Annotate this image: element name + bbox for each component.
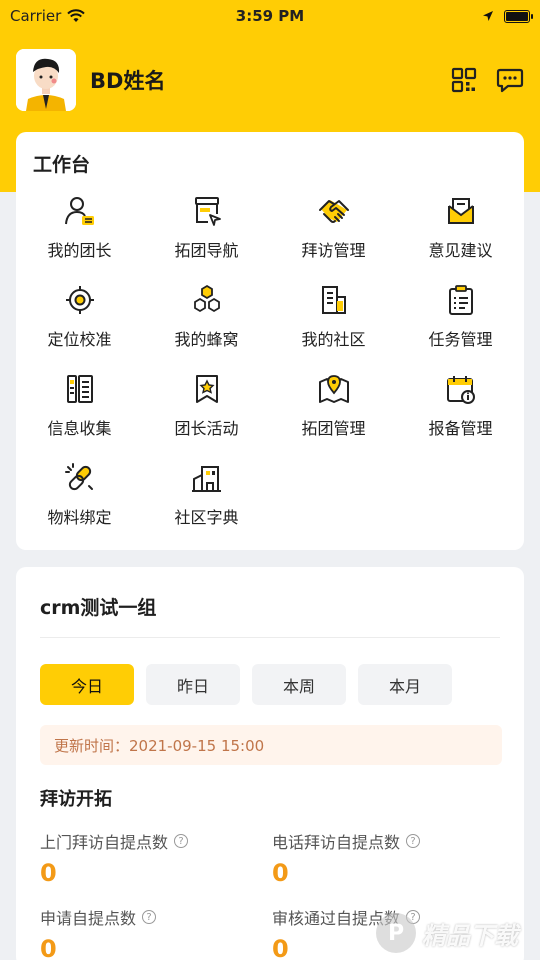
grid-item-suggestions[interactable]: 意见建议 (397, 194, 524, 283)
update-time: 更新时间：2021-09-15 15:00 (54, 736, 265, 755)
stat-value: 0 (40, 935, 57, 960)
carrier-label: Carrier (10, 7, 62, 25)
mail-icon (447, 198, 474, 224)
grid-item-my-leader[interactable]: 我的团长 (16, 194, 143, 283)
watermark-text: 精品下载 (422, 921, 518, 950)
wifi-icon (67, 9, 86, 22)
divider (40, 637, 500, 638)
target-icon (65, 286, 94, 314)
grid-item-task-management[interactable]: 任务管理 (397, 283, 524, 372)
chat-icon (496, 68, 524, 93)
grid-item-visit-management[interactable]: 拜访管理 (270, 194, 397, 283)
handshake-icon (318, 200, 349, 223)
qr-code-icon (451, 67, 477, 93)
grid-label: 我的团长 (47, 241, 112, 260)
grid-item-material-binding[interactable]: 物料绑定 (16, 461, 143, 550)
profile-name: BD姓名 (90, 69, 166, 93)
stat-label: 申请自提点数 (40, 909, 137, 928)
grid-label: 我的蜂窝 (174, 330, 239, 349)
grid-item-report-management[interactable]: 报备管理 (397, 372, 524, 461)
grid-label: 我的社区 (301, 330, 366, 349)
grid-label: 意见建议 (428, 241, 493, 260)
grid-label: 定位校准 (47, 330, 112, 349)
clipboard-icon (448, 285, 473, 315)
info-collect-icon (66, 375, 93, 403)
watermark: P 精品下载 (376, 906, 540, 960)
group-title: crm测试一组 (40, 597, 157, 619)
period-tabs: 今日 昨日 本周 本月 (40, 664, 452, 705)
grid-item-community-dictionary[interactable]: 社区字典 (143, 461, 270, 550)
grid-item-info-collection[interactable]: 信息收集 (16, 372, 143, 461)
qr-code-button[interactable] (450, 66, 478, 94)
status-time: 3:59 PM (235, 7, 305, 25)
hexagons-icon (193, 284, 220, 313)
tab-this-month[interactable]: 本月 (358, 664, 452, 705)
stat-apply-pickup: 申请自提点数? 0 (40, 905, 157, 960)
help-icon[interactable]: ? (174, 834, 189, 848)
grid-label: 拓团管理 (301, 419, 366, 438)
stat-value: 0 (272, 859, 289, 887)
avatar[interactable] (16, 49, 76, 111)
watermark-logo-icon: P (376, 913, 416, 953)
workbench-grid: 我的团长 拓团导航 拜访管理 意见建议 定位校准 我的蜂窝 我的社区 任务管理 (16, 194, 524, 550)
status-bar: Carrier 3:59 PM (0, 0, 540, 32)
tab-yesterday[interactable]: 昨日 (146, 664, 240, 705)
help-icon[interactable]: ? (406, 834, 421, 848)
location-arrow-icon (483, 11, 493, 21)
grid-label: 信息收集 (47, 419, 112, 438)
grid-item-location-calibration[interactable]: 定位校准 (16, 283, 143, 372)
stat-value: 0 (40, 859, 57, 887)
battery-icon (504, 9, 533, 23)
grid-label: 社区字典 (174, 508, 239, 527)
group-stats-card: crm测试一组 今日 昨日 本周 本月 更新时间：2021-09-15 15:0… (16, 567, 524, 960)
grid-item-expansion-management[interactable]: 拓团管理 (270, 372, 397, 461)
tab-this-week[interactable]: 本周 (252, 664, 346, 705)
building-icon (191, 466, 221, 492)
navigation-icon (194, 197, 221, 226)
profile-header: BD姓名 (16, 48, 524, 112)
stat-phone-visit: 电话拜访自提点数? 0 (272, 829, 421, 887)
grid-item-navigation[interactable]: 拓团导航 (143, 194, 270, 283)
stat-door-visit: 上门拜访自提点数? 0 (40, 829, 189, 887)
badge-star-icon (195, 375, 218, 403)
map-pin-icon (318, 375, 349, 403)
grid-label: 拜访管理 (301, 241, 366, 260)
stat-label: 电话拜访自提点数 (272, 833, 401, 852)
workbench-card: 工作台 我的团长 拓团导航 拜访管理 意见建议 定位校准 我的蜂窝 我的社区 任… (16, 132, 524, 550)
leader-icon (64, 197, 94, 225)
link-icon (64, 463, 93, 491)
grid-item-my-hive[interactable]: 我的蜂窝 (143, 283, 270, 372)
grid-item-my-community[interactable]: 我的社区 (270, 283, 397, 372)
grid-label: 任务管理 (428, 330, 493, 349)
grid-label: 团长活动 (174, 419, 239, 438)
grid-label: 报备管理 (428, 419, 493, 438)
tab-today[interactable]: 今日 (40, 664, 134, 705)
grid-label: 拓团导航 (174, 241, 239, 260)
help-icon[interactable]: ? (142, 910, 157, 924)
update-time-bar: 更新时间：2021-09-15 15:00 (40, 725, 502, 765)
section-title: 拜访开拓 (40, 789, 112, 810)
message-button[interactable] (496, 66, 524, 94)
workbench-title: 工作台 (33, 154, 91, 176)
stat-label: 上门拜访自提点数 (40, 833, 169, 852)
grid-item-leader-activity[interactable]: 团长活动 (143, 372, 270, 461)
calendar-info-icon (446, 376, 475, 404)
grid-label: 物料绑定 (47, 508, 112, 527)
document-icon (321, 286, 346, 314)
